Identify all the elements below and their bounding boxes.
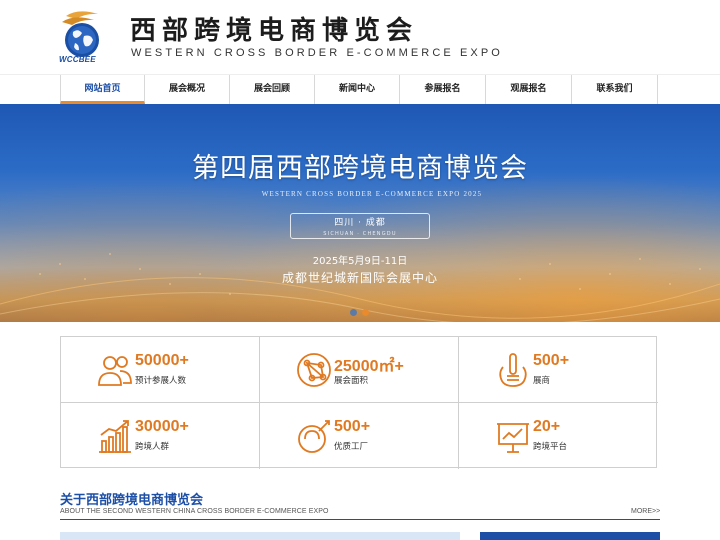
carousel-dot-2[interactable] (362, 309, 369, 316)
people-icon (98, 356, 132, 386)
about-content-panel (60, 532, 460, 540)
stat-cell: 50000+ 预计参展人数 (61, 337, 260, 403)
about-section-title: 关于西部跨境电商博览会 (60, 493, 204, 508)
stat-value: 25000㎡+ (334, 358, 404, 375)
nav-item-contact[interactable]: 联系我们 (572, 75, 658, 104)
hero-banner[interactable]: 第四届西部跨境电商博览会 WESTERN CROSS BORDER E-COMM… (0, 104, 720, 322)
growth-chart-icon (99, 420, 131, 453)
about-image-panel (480, 532, 660, 540)
nav-item-news[interactable]: 新闻中心 (315, 75, 400, 104)
logo-caption: WCCBEE (59, 55, 96, 64)
banner-subtitle: WESTERN CROSS BORDER E-COMMERCE EXPO 202… (261, 190, 483, 198)
site-header: WCCBEE 西部跨境电商博览会 WESTERN CROSS BORDER E-… (0, 0, 720, 74)
about-section-subtitle: ABOUT THE SECOND WESTERN CHINA CROSS BOR… (60, 508, 329, 515)
nav-item-overview[interactable]: 展会概况 (145, 75, 230, 104)
stat-label: 优质工厂 (334, 442, 369, 452)
location-badge-main: 四川 · 成都 (334, 218, 386, 228)
presentation-icon (497, 423, 529, 453)
stat-cell: 20+ 跨境平台 (459, 403, 658, 469)
stat-value: 500+ (334, 418, 371, 435)
stat-label: 跨境人群 (135, 442, 170, 452)
magnet-icon (298, 420, 330, 453)
nav-item-home[interactable]: 网站首页 (60, 75, 145, 104)
stat-value: 30000+ (135, 418, 189, 435)
stats-grid: 50000+ 预计参展人数 25000㎡+ 展会面积 500+ 展商 30000… (60, 336, 658, 469)
nav-item-review[interactable]: 展会回顾 (230, 75, 315, 104)
network-icon (297, 353, 331, 387)
stat-cell: 500+ 展商 (459, 337, 658, 403)
stat-value: 50000+ (135, 352, 189, 369)
nav-item-visitor-signup[interactable]: 观展报名 (486, 75, 572, 104)
location-badge: 四川 · 成都 SICHUAN · CHENGDU (290, 213, 430, 239)
stat-cell: 500+ 优质工厂 (260, 403, 459, 469)
section-divider (60, 519, 660, 520)
touch-icon (499, 353, 527, 387)
event-date: 2025年5月9日-11日 (312, 256, 408, 267)
stat-cell: 30000+ 跨境人群 (61, 403, 260, 469)
main-nav: 网站首页 展会概况 展会回顾 新闻中心 参展报名 观展报名 联系我们 (0, 74, 720, 104)
more-link[interactable]: MORE>> (631, 508, 660, 515)
nav-item-exhibitor-signup[interactable]: 参展报名 (400, 75, 486, 104)
stat-value: 500+ (533, 352, 570, 369)
carousel-dot-1[interactable] (350, 309, 357, 316)
site-title: 西部跨境电商博览会 (130, 16, 419, 46)
stat-label: 跨境平台 (533, 442, 568, 452)
stat-value: 20+ (533, 418, 561, 435)
event-venue: 成都世纪城新国际会展中心 (281, 271, 438, 285)
site-subtitle: WESTERN CROSS BORDER E-COMMERCE EXPO (131, 47, 503, 59)
banner-title: 第四届西部跨境电商博览会 (192, 153, 528, 184)
location-badge-sub: SICHUAN · CHENGDU (323, 231, 397, 237)
stat-label: 预计参展人数 (135, 376, 187, 386)
stat-cell: 25000㎡+ 展会面积 (260, 337, 459, 403)
stat-label: 展会面积 (334, 376, 369, 386)
stat-label: 展商 (533, 376, 551, 386)
